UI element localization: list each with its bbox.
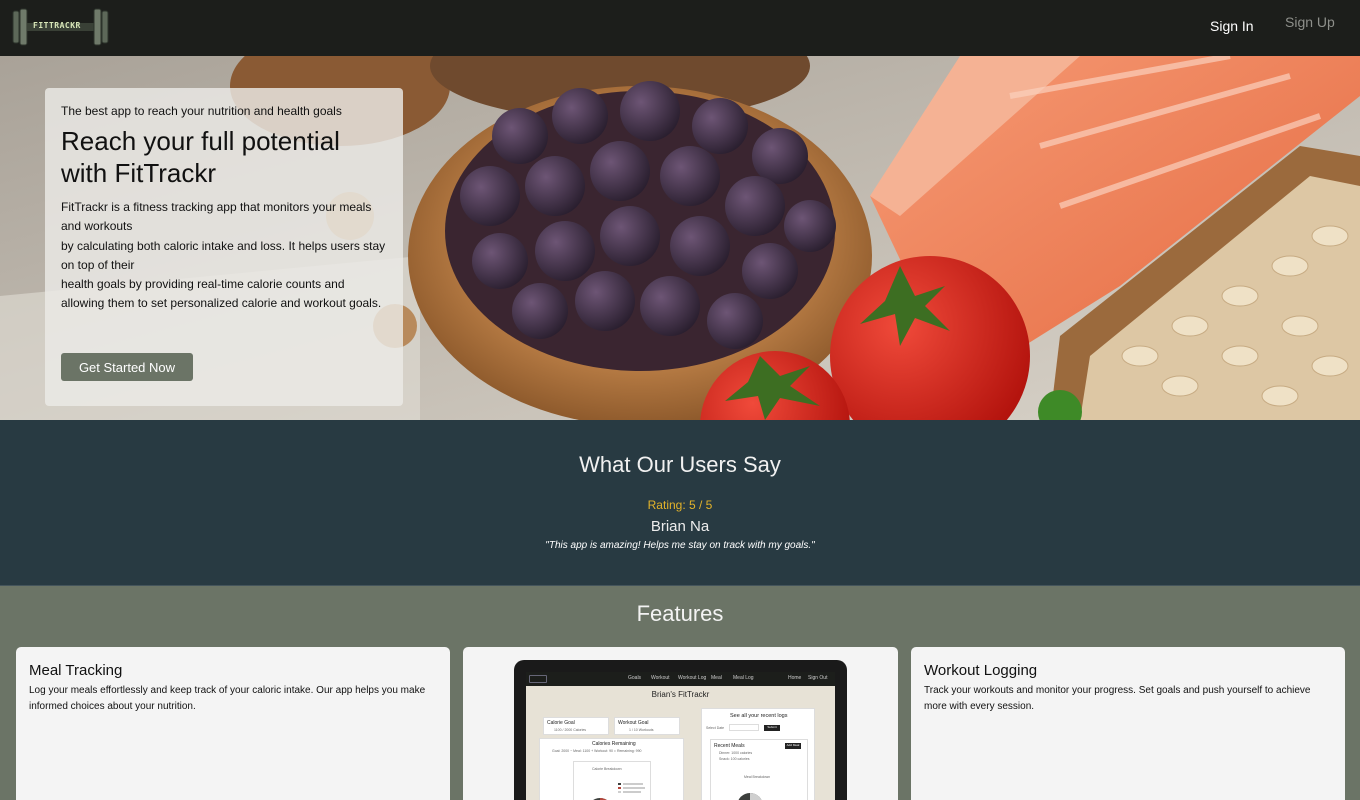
logo-text: FITTRACKR <box>33 21 81 30</box>
preview-value: 1100 / 2000 Calories <box>554 728 587 732</box>
preview-value: Select Date <box>706 726 725 730</box>
preview-label: Recent Meals <box>714 743 745 749</box>
sign-in-link[interactable]: Sign In <box>1210 18 1254 34</box>
preview-title: Brian's FitTrackr <box>651 690 710 699</box>
features-heading: Features <box>636 601 724 626</box>
preview-meal-item: Dinner: 1000 calories <box>719 751 753 755</box>
preview-date-select <box>729 724 759 731</box>
testimonials-heading: What Our Users Say <box>579 452 781 477</box>
laptop-mockup: Goals Workout Workout Log Meal Meal Log … <box>514 660 847 800</box>
preview-calorie-goal: Calorie Goal 1100 / 2000 Calories <box>543 717 609 735</box>
feature-card-app-preview: Goals Workout Workout Log Meal Meal Log … <box>463 647 898 800</box>
preview-value: Calorie Breakdown <box>592 767 622 771</box>
feature-card-title: Meal Tracking <box>29 662 123 679</box>
preview-recent-logs: See all your recent logs Select Date Sub… <box>701 708 815 800</box>
preview-nav-item: Workout <box>651 675 670 681</box>
preview-value: Goal: 2000 − Meal: 1100 + Workout: 90 = … <box>552 749 642 753</box>
hero-title: Reach your full potential with FitTrackr <box>61 125 387 189</box>
preview-submit-button: Submit <box>764 725 780 731</box>
preview-logo <box>529 675 547 683</box>
feature-card-meal-tracking: Meal Tracking Log your meals effortlessl… <box>16 647 450 800</box>
testimonial-author: Brian Na <box>650 518 710 535</box>
preview-recent-meals: Recent Meals Add Meal Dinner: 1000 calor… <box>710 739 808 800</box>
hero-description: FitTrackr is a fitness tracking app that… <box>61 198 387 314</box>
preview-breakdown-box: Calorie Breakdown <box>573 761 651 800</box>
hero-card: The best app to reach your nutrition and… <box>45 88 403 406</box>
hero-desc-line: by calculating both caloric intake and l… <box>61 238 386 272</box>
preview-label: Calories Remaining <box>592 741 636 747</box>
preview-meal-pie-icon <box>738 793 762 800</box>
preview-nav-item: Meal Log <box>733 675 754 681</box>
feature-card-workout-logging: Workout Logging Track your workouts and … <box>911 647 1345 800</box>
hero-title-line2: with FitTrackr <box>61 158 217 188</box>
preview-label: Workout Goal <box>618 720 649 726</box>
testimonial-rating: Rating: 5 / 5 <box>647 498 713 512</box>
testimonials-section: What Our Users Say Rating: 5 / 5 Brian N… <box>0 420 1360 586</box>
top-nav: FITTRACKR Sign In Sign Up <box>0 0 1360 56</box>
preview-nav-item: Home <box>788 675 802 681</box>
preview-meal-item: Snack: 100 calories <box>719 757 750 761</box>
preview-nav-item: Sign Out <box>808 675 828 681</box>
preview-label: See all your recent logs <box>730 713 788 719</box>
get-started-button[interactable]: Get Started Now <box>61 353 193 381</box>
feature-card-description: Track your workouts and monitor your pro… <box>924 685 1311 712</box>
fittrackr-logo[interactable]: FITTRACKR <box>12 8 109 46</box>
hero-title-line1: Reach your full potential <box>61 126 340 156</box>
feature-card-title: Workout Logging <box>924 662 1038 679</box>
preview-nav-item: Meal <box>711 675 722 681</box>
preview-nav-item: Goals <box>628 675 642 681</box>
preview-label: Calorie Goal <box>547 720 575 726</box>
feature-card-description: Log your meals effortlessly and keep tra… <box>29 685 426 712</box>
preview-calories-remaining: Calories Remaining Goal: 2000 − Meal: 11… <box>539 738 684 800</box>
hero-desc-line: FitTrackr is a fitness tracking app that… <box>61 200 372 234</box>
app-preview-screen: Goals Workout Workout Log Meal Meal Log … <box>526 672 835 800</box>
hero-eyebrow: The best app to reach your nutrition and… <box>61 104 342 118</box>
preview-legend-icon <box>618 783 645 793</box>
preview-nav-item: Workout Log <box>678 675 707 681</box>
sign-up-link[interactable]: Sign Up <box>1285 14 1335 30</box>
testimonial-quote: "This app is amazing! Helps me stay on t… <box>545 540 815 551</box>
preview-add-meal-button: Add Meal <box>785 743 801 749</box>
preview-value: 1 / 10 Workouts <box>629 728 654 732</box>
preview-workout-goal: Workout Goal 1 / 10 Workouts <box>614 717 680 735</box>
preview-value: Meal Breakdown <box>744 775 771 779</box>
hero-desc-line: health goals by providing real-time calo… <box>61 277 382 311</box>
hero-section: The best app to reach your nutrition and… <box>0 56 1360 420</box>
preview-nav: Goals Workout Workout Log Meal Meal Log … <box>526 672 835 686</box>
